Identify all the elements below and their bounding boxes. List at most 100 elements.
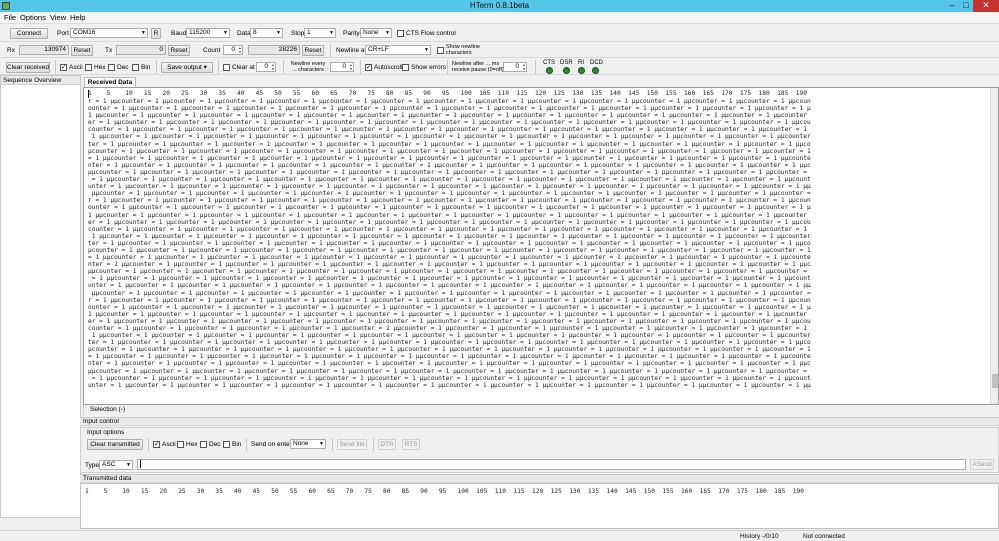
save-output-button[interactable]: Save output ▾	[161, 62, 213, 73]
newline-every-stepper[interactable]: 0	[330, 62, 354, 72]
port-select[interactable]: COM16 ▼	[70, 28, 148, 38]
bin-label: Bin	[141, 64, 151, 71]
send-input[interactable]	[137, 459, 966, 470]
rx-reset-button[interactable]: Reset	[71, 45, 93, 56]
refresh-ports-button[interactable]: R	[151, 28, 161, 39]
newline-at-select[interactable]: CR+LF ▼	[365, 45, 431, 55]
input-dec-checkbox[interactable]	[200, 441, 207, 448]
connect-button[interactable]: Connect	[10, 28, 48, 39]
parity-select[interactable]: None ▼	[360, 28, 392, 38]
separator	[148, 438, 149, 451]
ascii-label: Ascii	[69, 64, 83, 71]
sequence-overview-title: Sequence Overview	[1, 76, 80, 85]
input-hex-checkbox[interactable]	[177, 441, 184, 448]
input-caret	[140, 460, 141, 468]
tx-label: Tx	[105, 47, 113, 54]
transmitted-data-header: Transmitted data	[80, 474, 999, 483]
menu-help[interactable]: Help	[70, 13, 85, 22]
transmitted-ruler: 1 5 10 15 20 25 30 35 40 45 50 55 60 65 …	[85, 488, 804, 495]
counters-toolbar: Rx 130974 Reset Tx 0 Reset Count 0 28226…	[0, 43, 999, 58]
status-bar: History -/0/10 Not connected	[0, 530, 999, 541]
cts-flow-label: CTS Flow control	[406, 30, 456, 37]
show-newline-label: Show newline characters	[446, 44, 480, 56]
separator	[332, 438, 333, 451]
hex-checkbox[interactable]	[85, 64, 92, 71]
show-newline-checkbox[interactable]	[437, 47, 444, 54]
separator	[447, 60, 448, 74]
dec-label: Dec	[117, 64, 129, 71]
received-ruler: 1 5 10 15 20 25 30 35 40 45 50 55 60 65 …	[88, 90, 807, 97]
separator	[156, 60, 157, 74]
selection-status: Selection (-)	[83, 405, 999, 415]
input-hex-label: Hex	[186, 441, 198, 448]
clear-at-stepper[interactable]: 0	[256, 62, 276, 72]
autoscroll-label: Autoscroll	[374, 64, 403, 71]
scrollbar-thumb[interactable]	[992, 374, 998, 388]
dsr-signal-label: DSR	[560, 60, 573, 66]
dcd-signal-label: DCD	[590, 60, 603, 66]
minimize-button[interactable]: –	[945, 0, 959, 12]
port-label: Port	[57, 30, 69, 37]
menu-file[interactable]: File	[4, 13, 16, 22]
bin-checkbox[interactable]	[132, 64, 139, 71]
cts-flow-checkbox[interactable]	[397, 30, 404, 37]
received-scrollbar[interactable]	[990, 88, 998, 404]
input-bin-label: Bin	[232, 441, 242, 448]
ascii-checkbox[interactable]: ✓	[60, 64, 67, 71]
input-control-panel: Input options Clear transmitted ✓ Ascii …	[80, 427, 999, 473]
stop-bits-select[interactable]: 1 ▼	[304, 28, 336, 38]
transmitted-data-view[interactable]: 1 5 10 15 20 25 30 35 40 45 50 55 60 65 …	[80, 483, 999, 529]
send-file-button[interactable]: Send file	[337, 439, 367, 450]
received-data-view[interactable]: 1 5 10 15 20 25 30 35 40 45 50 55 60 65 …	[83, 87, 999, 405]
rx-counter: 130974	[19, 45, 69, 55]
separator	[373, 438, 374, 451]
count-stepper[interactable]: 0	[223, 45, 243, 55]
count-label: Count	[203, 47, 221, 54]
dec-checkbox[interactable]	[108, 64, 115, 71]
separator	[246, 438, 247, 451]
ri-led-icon	[578, 67, 585, 74]
data-label: Data	[237, 30, 251, 37]
clear-transmitted-button[interactable]: Clear transmitted	[87, 439, 143, 450]
tx-reset-button[interactable]: Reset	[168, 45, 190, 56]
rts-button[interactable]: RTS	[402, 439, 420, 450]
menu-options[interactable]: Options	[20, 13, 46, 22]
show-errors-checkbox[interactable]	[402, 64, 409, 71]
clear-at-checkbox[interactable]	[223, 64, 230, 71]
dsr-led-icon	[563, 67, 570, 74]
separator	[535, 60, 536, 74]
close-button[interactable]: ✕	[973, 0, 999, 12]
cts-led-icon	[546, 67, 553, 74]
send-on-enter-select[interactable]: None ▼	[290, 439, 326, 449]
separator	[283, 60, 284, 74]
tab-received-data[interactable]: Received Data	[84, 77, 136, 87]
clear-at-label: Clear at	[232, 64, 255, 71]
chevron-down-icon: ▼	[329, 30, 334, 36]
rx-label: Rx	[7, 47, 15, 54]
separator	[360, 60, 361, 74]
send-on-enter-label: Send on enter	[251, 441, 292, 448]
menu-view[interactable]: View	[50, 13, 66, 22]
asend-button[interactable]: ASend	[970, 459, 994, 470]
baud-label: Baud	[171, 30, 187, 37]
data-bits-select[interactable]: 8 ▼	[250, 28, 283, 38]
type-select[interactable]: ASC ▼	[99, 460, 133, 470]
input-options-label: Input options	[87, 429, 125, 436]
menu-bar: File Options View Help	[0, 12, 999, 24]
count-reset-button[interactable]: Reset	[302, 45, 324, 56]
maximize-button[interactable]: □	[959, 0, 973, 12]
clear-received-button[interactable]: Clear received	[6, 62, 50, 73]
separator	[218, 60, 219, 74]
dtr-button[interactable]: DTR	[378, 439, 396, 450]
input-dec-label: Dec	[209, 441, 221, 448]
newline-every-label: Newline every ... characters	[290, 61, 326, 73]
newline-pause-stepper[interactable]: 0	[503, 62, 527, 72]
input-ascii-checkbox[interactable]: ✓	[153, 441, 160, 448]
baud-select[interactable]: 115200 ▼	[186, 28, 230, 38]
type-label: Type	[85, 462, 100, 469]
count-total: 28226	[248, 45, 300, 55]
dcd-led-icon	[592, 67, 599, 74]
chevron-down-icon: ▼	[223, 30, 228, 36]
autoscroll-checkbox[interactable]: ✓	[365, 64, 372, 71]
input-bin-checkbox[interactable]	[223, 441, 230, 448]
